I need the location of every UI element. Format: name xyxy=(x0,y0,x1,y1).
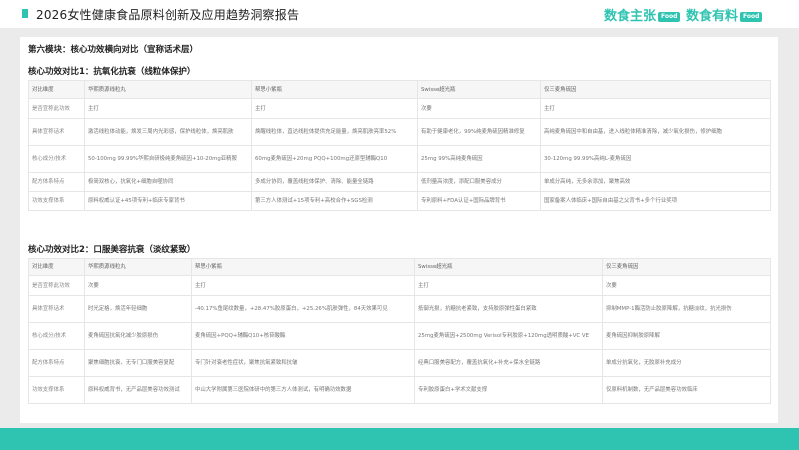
column-header: 帮思小紫瓶 xyxy=(191,258,415,276)
table-row: 核心成分/技术 50-100mg 99.99%华熙自研极纯麦角硫因+10-20m… xyxy=(28,145,771,173)
row-label: 功效支撑体系 xyxy=(28,191,85,211)
column-header: 对比维度 xyxy=(28,80,85,99)
row-label: 是否宣称此功效 xyxy=(28,275,85,296)
table-cell: -40.17%鱼尾纹数量，+28.47%胶原蛋白，+25.26%肌肤弹性，84天… xyxy=(191,295,415,323)
table-cell: 焕醒线粒体，直达线粒体提供充足能量，焕亮肌肤亮率52% xyxy=(251,118,418,146)
table-cell: 单成分抗氧化，无胶原补充成分 xyxy=(602,349,771,377)
table-cell: 原料权威认证+45项专利+临床专家背书 xyxy=(84,191,252,211)
footer-accent-bar xyxy=(0,428,799,450)
table-row: 配方体系特点 极简双核心，抗氧化+细胞自噬协同 多成分协同，覆盖线粒体保护、清除… xyxy=(28,172,771,192)
comparison-table-antioxidant: 对比维度 华熙质源线粒丸 帮思小紫瓶 Swisse超光瓶 仅三麦角硫因 是否宣称… xyxy=(28,80,771,211)
table-cell: 抑制MMP-1酶活防止胶原降解，抗糖淡纹，抗光损伤 xyxy=(602,295,771,323)
row-label: 核心成分/技术 xyxy=(28,145,85,173)
table-cell: 次要 xyxy=(417,98,541,119)
table-cell: 聚焦细胞抗衰，无专门口服美容复配 xyxy=(84,349,192,377)
table-cell: 有助于健康老化，99%纯麦角硫因精准修复 xyxy=(417,118,541,146)
table-row: 是否宣称此功效 主打 主打 次要 主打 xyxy=(28,98,771,119)
table-cell: 次要 xyxy=(602,275,771,296)
table-cell: 时光定格，焕活年轻细胞 xyxy=(84,295,192,323)
table-cell: 30-120mg 99.99%高纯L-麦角硫因 xyxy=(540,145,771,173)
brand-primary-badge: Food xyxy=(658,11,681,22)
table-cell: 激活线粒体动能，焕发三周内光彩感，保护线粒体，焕亮肌肤 xyxy=(84,118,252,146)
table-cell: 抵御光损，抗糖抗老紧致，支持胶原弹性蛋白紧致 xyxy=(414,295,603,323)
row-label: 是否宣称此功效 xyxy=(28,98,85,119)
table-cell: 60mg麦角硫因+20mg PQQ+100mg还原型辅酶Q10 xyxy=(251,145,418,173)
table-header-row: 对比维度 华熙质源线粒丸 帮思小紫瓶 Swisse超光瓶 仅三麦角硫因 xyxy=(28,80,771,99)
table-cell: 主打 xyxy=(414,275,603,296)
brand-primary-text: 数食主张 xyxy=(604,9,657,24)
column-header: 仅三麦角硫因 xyxy=(602,258,771,276)
table-cell: 50-100mg 99.99%华熙自研极纯麦角硫因+10-20mg亚精胺 xyxy=(84,145,252,173)
column-header: Swisse超光瓶 xyxy=(417,80,541,99)
table-cell: 次要 xyxy=(84,275,192,296)
table-cell: 主打 xyxy=(191,275,415,296)
brand-secondary-badge: Food xyxy=(740,11,763,22)
section-title-antioxidant: 核心功效对比1：抗氧化抗衰（线粒体保护） xyxy=(28,67,196,77)
table-cell: 经典口服美容配方，覆盖抗氧化+补充+保水全链路 xyxy=(414,349,603,377)
table-cell: 主打 xyxy=(251,98,418,119)
table-cell: 专利胶原蛋白+学术文献支撑 xyxy=(414,376,603,404)
column-header: 华熙质源线粒丸 xyxy=(84,80,252,99)
column-header: 帮思小紫瓶 xyxy=(251,80,418,99)
column-header: 对比维度 xyxy=(28,258,85,276)
header-accent-marker xyxy=(22,9,28,18)
report-title: 2026女性健康食品原料创新及应用趋势洞察报告 xyxy=(36,8,300,22)
module-title: 第六模块：核心功效横向对比（宣称话术层） xyxy=(28,45,199,55)
table-cell: 第三方人体测试+15项专利+高校合作+SGS检测 xyxy=(251,191,418,211)
table-row: 功效支撑体系 原料权威认证+45项专利+临床专家背书 第三方人体测试+15项专利… xyxy=(28,191,771,211)
table-cell: 麦角硫因+PQQ+辅酶Q10+核苷酸酶 xyxy=(191,322,415,350)
column-header: Swisse超光瓶 xyxy=(414,258,603,276)
row-label: 功效支撑体系 xyxy=(28,376,85,404)
brand-logo-secondary: 数食有料 Food xyxy=(686,5,763,24)
row-label: 具体宣称话术 xyxy=(28,118,85,146)
table-row: 具体宣称话术 激活线粒体动能，焕发三周内光彩感，保护线粒体，焕亮肌肤 焕醒线粒体… xyxy=(28,118,771,146)
table-row: 核心成分/技术 麦角硫因抗氧化减少胶原损伤 麦角硫因+PQQ+辅酶Q10+核苷酸… xyxy=(28,322,771,350)
table-header-row: 对比维度 华熙质源线粒丸 帮思小紫瓶 Swisse超光瓶 仅三麦角硫因 xyxy=(28,258,771,276)
table-cell: 极简双核心，抗氧化+细胞自噬协同 xyxy=(84,172,252,192)
table-cell: 多成分协同，覆盖线粒体保护、清除、能量全链路 xyxy=(251,172,418,192)
brand-secondary-text: 数食有料 xyxy=(686,9,739,24)
row-label: 核心成分/技术 xyxy=(28,322,85,350)
table-row: 配方体系特点 聚焦细胞抗衰，无专门口服美容复配 专门针对衰老性症状，聚焦抗氧紧致… xyxy=(28,349,771,377)
table-cell: 原料权威背书，无产品层美容功效测试 xyxy=(84,376,192,404)
table-cell: 25mg 99%高纯麦角硫因 xyxy=(417,145,541,173)
table-cell: 单成分高纯，无多余添加，聚焦高效 xyxy=(540,172,771,192)
table-cell: 主打 xyxy=(84,98,252,119)
table-row: 功效支撑体系 原料权威背书，无产品层美容功效测试 中山大学附属第三医院体研中的第… xyxy=(28,376,771,404)
section-title-beauty: 核心功效对比2：口服美容抗衰（淡纹紧致） xyxy=(28,245,196,255)
table-cell: 麦角硫因抗氧化减少胶原损伤 xyxy=(84,322,192,350)
row-label: 具体宣称话术 xyxy=(28,295,85,323)
row-label: 配方体系特点 xyxy=(28,349,85,377)
table-cell: 仅原料机制数，无产品层美容功效临床 xyxy=(602,376,771,404)
table-cell: 25mg麦角硫因+2500mg Verisol专利胶原+120mg透明质酸+VC… xyxy=(414,322,603,350)
table-cell: 主打 xyxy=(540,98,771,119)
table-cell: 低剂量高浓度，添配口服美容成分 xyxy=(417,172,541,192)
table-cell: 专利原料+FDA认证+国际品牌背书 xyxy=(417,191,541,211)
table-cell: 高纯麦角硫因中和自由基，进入线粒体精准清除，减少氧化损伤，修护细胞 xyxy=(540,118,771,146)
column-header: 华熙质源线粒丸 xyxy=(84,258,192,276)
table-row: 是否宣称此功效 次要 主打 主打 次要 xyxy=(28,275,771,296)
table-cell: 专门针对衰老性症状，聚焦抗氧紧致和抗皱 xyxy=(191,349,415,377)
table-cell: 中山大学附属第三医院体研中的第三方人体测试，有明确功效数据 xyxy=(191,376,415,404)
brand-logo-primary: 数食主张 Food xyxy=(604,5,681,24)
table-row: 具体宣称话术 时光定格，焕活年轻细胞 -40.17%鱼尾纹数量，+28.47%胶… xyxy=(28,295,771,323)
content-card: 第六模块：核心功效横向对比（宣称话术层） 核心功效对比1：抗氧化抗衰（线粒体保护… xyxy=(20,37,778,423)
table-cell: 麦角硫因抑制胶原降解 xyxy=(602,322,771,350)
row-label: 配方体系特点 xyxy=(28,172,85,192)
table-cell: 国家备案人体临床+国际自由基之父背书+多个行业奖项 xyxy=(540,191,771,211)
column-header: 仅三麦角硫因 xyxy=(540,80,771,99)
comparison-table-beauty: 对比维度 华熙质源线粒丸 帮思小紫瓶 Swisse超光瓶 仅三麦角硫因 是否宣称… xyxy=(28,258,771,404)
report-header-bar: 2026女性健康食品原料创新及应用趋势洞察报告 数食主张 Food 数食有料 Foo… xyxy=(0,0,799,28)
